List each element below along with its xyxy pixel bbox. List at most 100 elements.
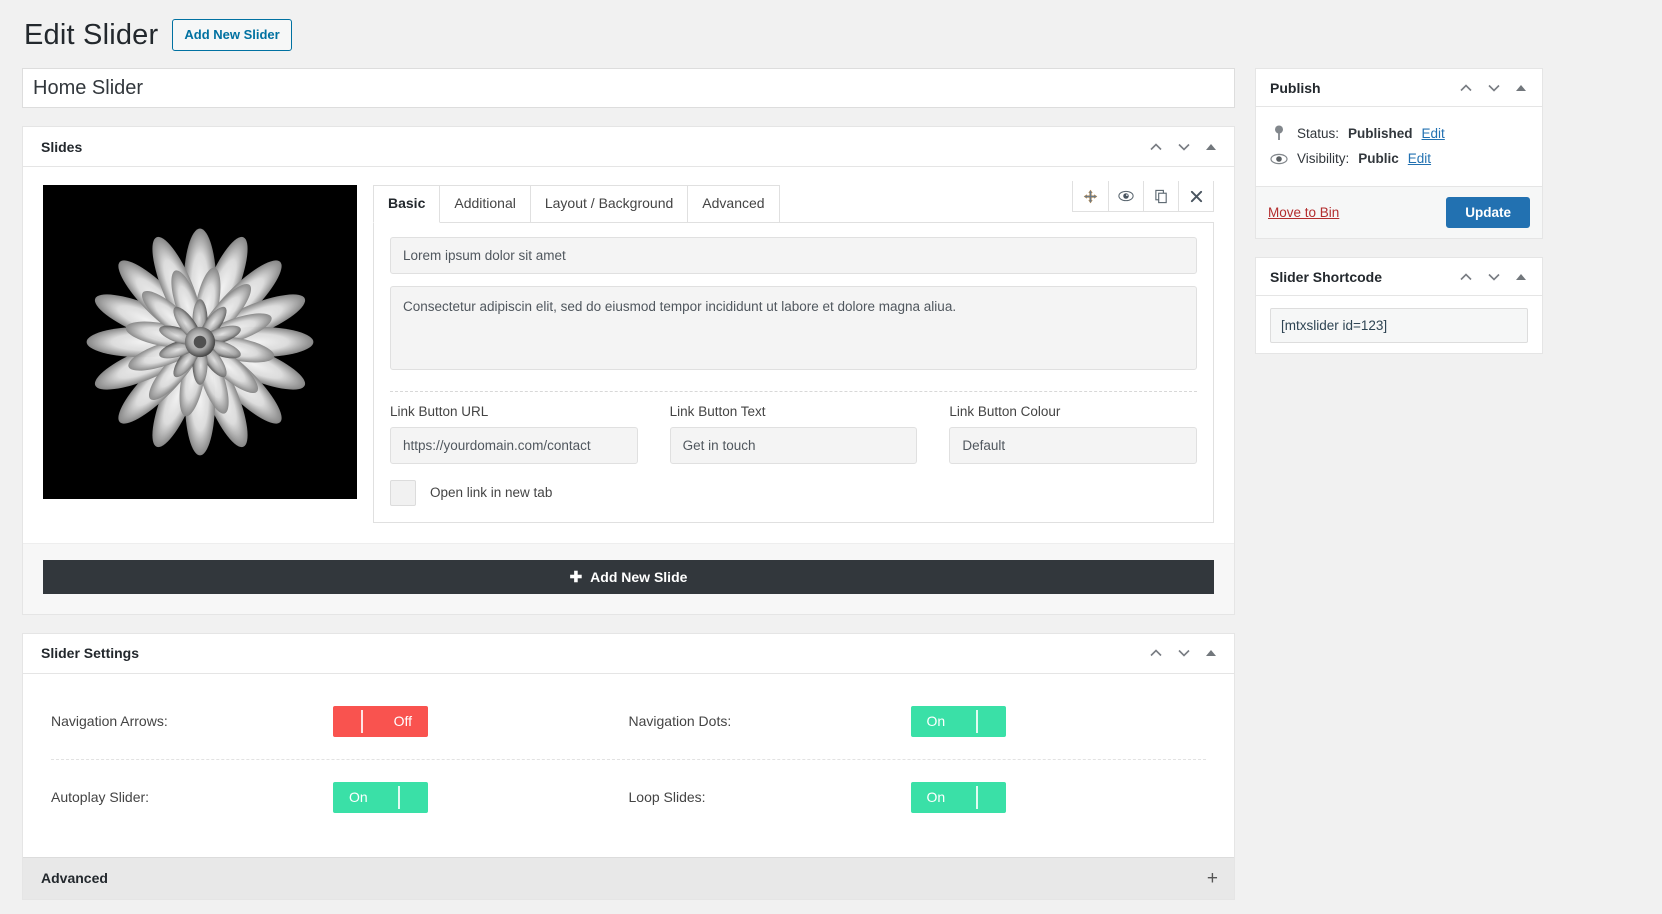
- visibility-value: Public: [1358, 151, 1399, 166]
- toggle-state-label: On: [926, 789, 946, 806]
- move-icon[interactable]: [1073, 181, 1108, 211]
- link-url-group: Link Button URL: [390, 404, 638, 464]
- navigation-dots-toggle[interactable]: On: [910, 705, 1006, 737]
- move-to-bin-link[interactable]: Move to Bin: [1268, 205, 1339, 220]
- tab-basic[interactable]: Basic: [373, 185, 441, 223]
- toggle-knob: [975, 785, 978, 809]
- section-divider: [390, 390, 1197, 392]
- advanced-accordion[interactable]: Advanced +: [23, 856, 1234, 899]
- visibility-edit-link[interactable]: Edit: [1408, 151, 1431, 166]
- setting-navigation-dots: Navigation Dots: On: [629, 684, 1207, 759]
- setting-label: Autoplay Slider:: [51, 789, 150, 806]
- slide-toolbar: [1072, 181, 1214, 212]
- settings-row: Autoplay Slider: On Loop Slides: On: [51, 758, 1207, 835]
- shortcode-box-body: [1256, 296, 1542, 353]
- toggle-state-label: Off: [393, 713, 412, 730]
- close-icon[interactable]: [1178, 181, 1213, 211]
- setting-autoplay-slider: Autoplay Slider: On: [51, 760, 629, 835]
- slide-editor: Basic Additional Layout / Background Adv…: [373, 181, 1214, 523]
- loop-slides-toggle[interactable]: On: [910, 781, 1006, 813]
- shortcode-box-actions: [1452, 263, 1534, 291]
- sidebar: Publish Status: Published Edit Visibilit…: [1255, 68, 1543, 372]
- slider-settings-actions: [1142, 639, 1224, 667]
- autoplay-slider-toggle[interactable]: On: [333, 781, 428, 813]
- content-wrap: Slides: [22, 68, 1640, 900]
- slider-settings-header: Slider Settings: [23, 633, 1234, 674]
- setting-loop-slides: Loop Slides: On: [629, 760, 1207, 835]
- navigation-arrows-toggle[interactable]: Off: [333, 705, 428, 737]
- add-new-slider-button[interactable]: Add New Slider: [172, 18, 292, 52]
- move-down-icon[interactable]: [1480, 74, 1508, 102]
- collapse-panel-icon[interactable]: [1508, 263, 1534, 291]
- move-up-icon[interactable]: [1142, 639, 1170, 667]
- tab-layout-background[interactable]: Layout / Background: [529, 185, 689, 223]
- setting-navigation-arrows: Navigation Arrows: Off: [51, 684, 629, 759]
- open-new-tab-checkbox[interactable]: [390, 479, 416, 506]
- status-label: Status:: [1297, 125, 1340, 141]
- slides-panel-body: Basic Additional Layout / Background Adv…: [23, 167, 1234, 543]
- eye-icon[interactable]: [1108, 181, 1143, 211]
- admin-page: Edit Slider Add New Slider Slides: [0, 0, 1662, 914]
- slides-panel-title: Slides: [41, 138, 83, 155]
- open-new-tab-row: Open link in new tab: [390, 479, 1197, 506]
- slides-panel-actions: [1142, 133, 1224, 161]
- tab-advanced[interactable]: Advanced: [687, 185, 780, 223]
- slide-description-textarea[interactable]: Consectetur adipiscin elit, sed do eiusm…: [390, 285, 1197, 370]
- slide-thumbnail[interactable]: [43, 185, 357, 499]
- update-button[interactable]: Update: [1446, 197, 1530, 228]
- slides-panel-header: Slides: [23, 127, 1234, 167]
- setting-label: Navigation Arrows:: [51, 713, 168, 730]
- publish-box-title: Publish: [1270, 79, 1321, 96]
- move-down-icon[interactable]: [1170, 133, 1198, 161]
- add-new-slide-button[interactable]: ✚ Add New Slide: [43, 559, 1214, 594]
- eye-icon: [1270, 153, 1288, 165]
- collapse-panel-icon[interactable]: [1198, 639, 1224, 667]
- pin-icon: [1270, 125, 1288, 141]
- move-up-icon[interactable]: [1452, 74, 1480, 102]
- page-header: Edit Slider Add New Slider: [22, 12, 1640, 58]
- setting-label: Navigation Dots:: [628, 713, 732, 730]
- link-url-label: Link Button URL: [390, 403, 489, 419]
- move-down-icon[interactable]: [1170, 639, 1198, 667]
- flower-image: [86, 228, 314, 456]
- slide-heading-input[interactable]: [390, 236, 1197, 274]
- link-button-fields: Link Button URL Link Button Text Link Bu…: [390, 403, 1198, 464]
- slider-settings-title: Slider Settings: [41, 645, 140, 662]
- toggle-knob: [398, 785, 400, 809]
- publish-box-body: Status: Published Edit Visibility: Publi: [1256, 107, 1542, 186]
- move-up-icon[interactable]: [1142, 133, 1170, 161]
- page-title: Edit Slider: [24, 18, 159, 51]
- plus-icon: +: [1206, 867, 1218, 889]
- publish-box-footer: Move to Bin Update: [1256, 186, 1542, 238]
- slides-panel: Slides Basic Additional Layout / Backgro…: [22, 126, 1235, 615]
- duplicate-icon[interactable]: [1143, 181, 1178, 211]
- link-text-group: Link Button Text: [669, 404, 918, 464]
- move-up-icon[interactable]: [1452, 263, 1480, 291]
- add-slide-footer: ✚ Add New Slide: [23, 542, 1234, 614]
- setting-label: Loop Slides:: [628, 789, 706, 806]
- status-edit-link[interactable]: Edit: [1422, 126, 1445, 141]
- toggle-state-label: On: [349, 789, 368, 806]
- publish-box-actions: [1452, 74, 1534, 102]
- tab-additional[interactable]: Additional: [439, 185, 531, 223]
- collapse-panel-icon[interactable]: [1198, 133, 1224, 161]
- main-column: Slides: [22, 68, 1235, 900]
- settings-row: Navigation Arrows: Off Navigation Dots: …: [51, 684, 1206, 759]
- link-colour-input[interactable]: [949, 426, 1198, 464]
- move-down-icon[interactable]: [1480, 263, 1508, 291]
- shortcode-input[interactable]: [1270, 308, 1528, 343]
- link-url-input[interactable]: [390, 426, 638, 464]
- toggle-knob: [361, 709, 363, 733]
- publish-box: Publish Status: Published Edit Visibilit…: [1255, 68, 1543, 239]
- collapse-panel-icon[interactable]: [1508, 74, 1534, 102]
- status-value: Published: [1348, 125, 1413, 141]
- link-text-input[interactable]: [669, 426, 918, 464]
- shortcode-box-title: Slider Shortcode: [1270, 268, 1383, 285]
- publish-box-header: Publish: [1256, 69, 1542, 107]
- toggle-state-label: On: [926, 713, 946, 730]
- slider-title-input[interactable]: [22, 68, 1235, 108]
- tab-panel-basic: Consectetur adipiscin elit, sed do eiusm…: [373, 222, 1214, 523]
- link-colour-label: Link Button Colour: [949, 403, 1061, 419]
- add-new-slide-label: Add New Slide: [590, 568, 688, 585]
- shortcode-box: Slider Shortcode: [1255, 257, 1543, 354]
